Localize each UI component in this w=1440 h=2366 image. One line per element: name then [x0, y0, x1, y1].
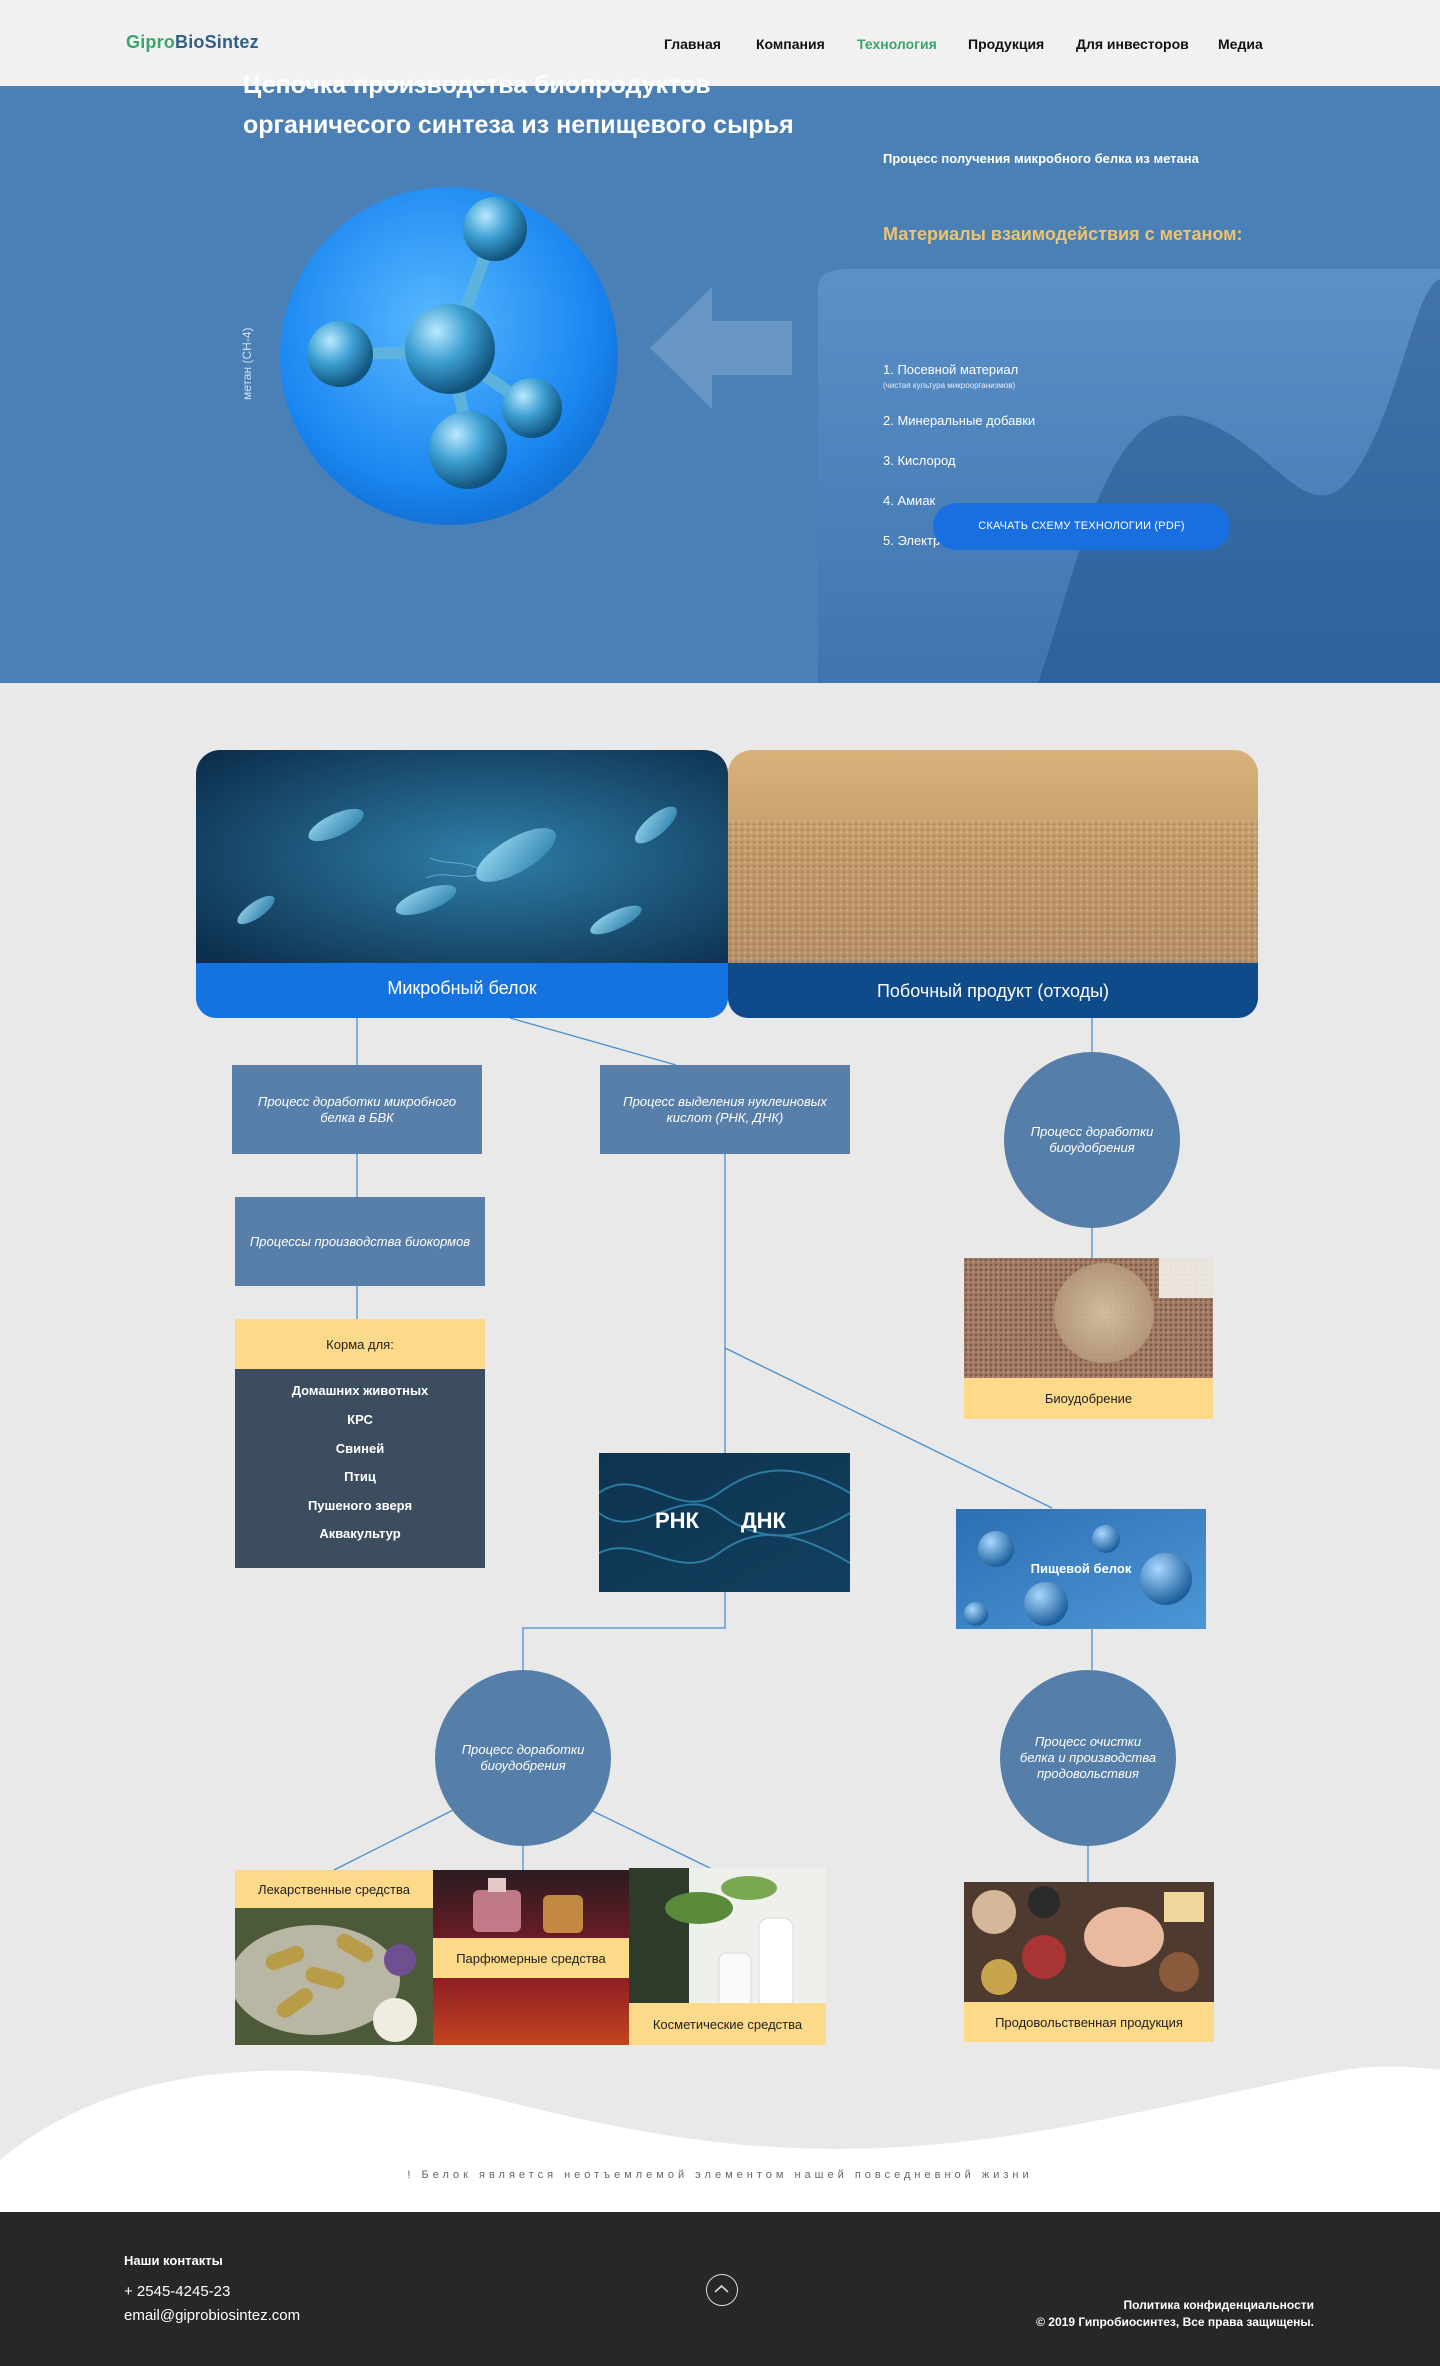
contact-phone[interactable]: + 2545-4245-23	[124, 2283, 230, 2300]
biofertilizer-label: Биоудобрение	[964, 1378, 1213, 1419]
footer-legal: Политика конфиденциальности © 2019 Гипро…	[1036, 2297, 1314, 2331]
copyright-text: © 2019 Гипробиосинтез, Все права защищен…	[1036, 2315, 1314, 2329]
biofertilizer-image	[964, 1258, 1213, 1378]
medicines-label: Лекарственные средства	[235, 1870, 433, 1908]
feed-item: Птиц	[344, 1469, 376, 1484]
nucleic-acid-process-box: Процесс выделения нуклеиновых кислот (РН…	[600, 1065, 850, 1154]
contact-email[interactable]: email@giprobiosintez.com	[124, 2307, 300, 2324]
biofertilizer-process-circle: Процесс доработки биоудобрения	[1004, 1052, 1180, 1228]
privacy-policy-link[interactable]: Политика конфиденциальности	[1036, 2297, 1314, 2314]
byproduct-image	[728, 750, 1258, 963]
rna-dna-image	[599, 1453, 850, 1592]
byproduct-label: Побочный продукт (отходы)	[728, 963, 1258, 1018]
microbial-protein-label: Микробный белок	[196, 963, 728, 1018]
feed-item: КРС	[347, 1412, 373, 1427]
rna-label: РНК	[655, 1508, 699, 1533]
microbial-protein-image	[196, 750, 728, 963]
feed-item: Пушеного зверя	[307, 1498, 413, 1513]
feed-item: Домашних животных	[291, 1383, 429, 1398]
protein-cleaning-process-circle: Процесс очистки белка и производства про…	[1000, 1670, 1176, 1846]
slogan-text: ! Белок является неотъемлемой элементом …	[407, 2169, 1033, 2181]
cosmetics-label: Косметические средства	[629, 2003, 826, 2045]
feed-list: Домашних животных КРС Свиней Птиц Пушено…	[235, 1369, 485, 1568]
bvk-process-box: Процесс доработки микробного белка в БВК	[232, 1065, 482, 1154]
chevron-up-icon	[714, 2284, 729, 2293]
contacts-title: Наши контакты	[124, 2253, 223, 2268]
perfumes-label: Парфюмерные средства	[433, 1938, 629, 1978]
dna-label: ДНК	[741, 1508, 786, 1533]
biofertilizer-process-circle-2: Процесс доработки биоудобрения	[435, 1670, 611, 1846]
feed-header: Корма для:	[235, 1319, 485, 1369]
bottom-wave	[0, 2066, 1440, 2212]
scroll-up-button[interactable]	[706, 2274, 738, 2306]
feed-item: Свиней	[335, 1441, 385, 1456]
biofeed-process-box: Процессы производства биокормов	[235, 1197, 485, 1286]
feed-item: Аквакультур	[319, 1526, 401, 1541]
food-products-image	[964, 1882, 1214, 2002]
food-protein-label: Пищевой белок	[1030, 1561, 1132, 1576]
food-products-label: Продовольственная продукция	[964, 2002, 1214, 2042]
